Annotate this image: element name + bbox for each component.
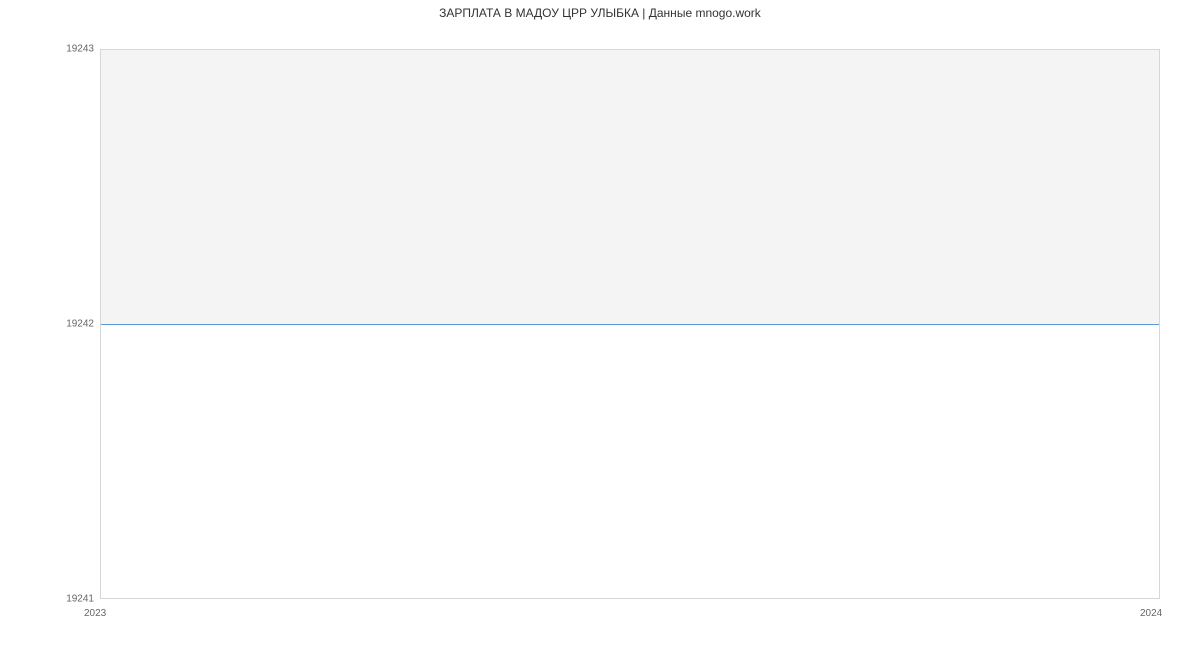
plot-area [100, 49, 1160, 599]
x-tick-label: 2023 [84, 608, 106, 619]
chart-title: ЗАРПЛАТА В МАДОУ ЦРР УЛЫБКА | Данные mno… [439, 6, 761, 20]
y-tick-label: 19242 [66, 319, 94, 330]
plot-band [100, 49, 1160, 324]
x-tick-label: 2024 [1140, 608, 1162, 619]
y-tick-label: 19243 [66, 44, 94, 55]
y-tick-label: 19241 [66, 594, 94, 605]
data-line [100, 324, 1160, 325]
